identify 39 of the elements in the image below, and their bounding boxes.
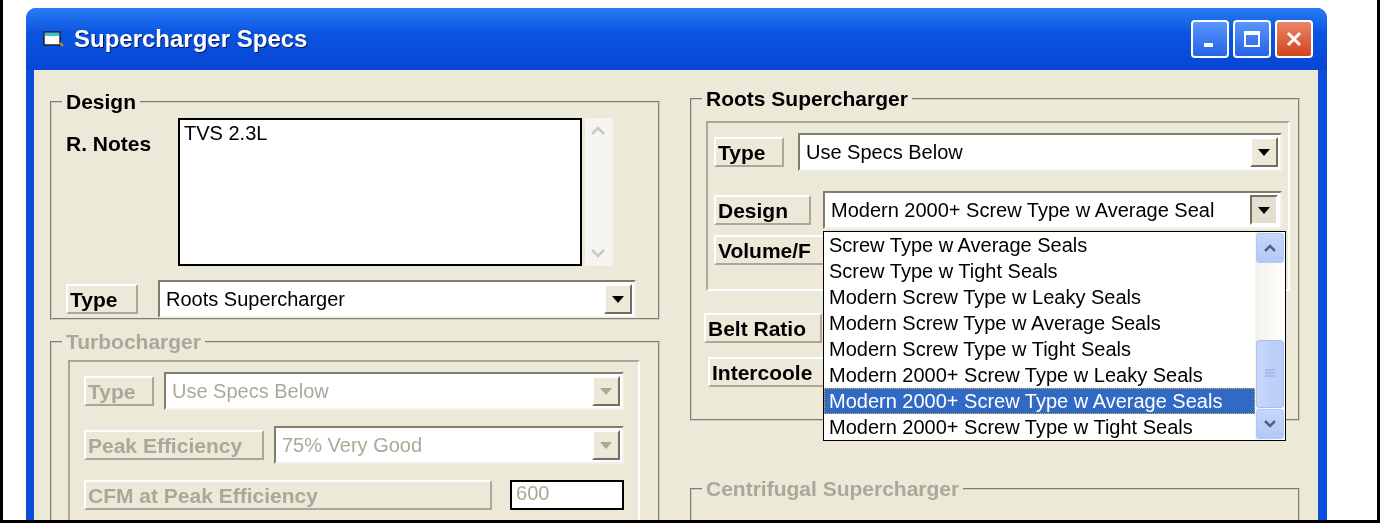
combo-box[interactable]: Use Specs Below bbox=[798, 133, 1282, 171]
scrollbar[interactable] bbox=[1255, 232, 1285, 440]
caret-icon bbox=[600, 441, 612, 449]
group-title: Design bbox=[65, 90, 137, 114]
dropdown-item[interactable]: Modern Screw Type w Average Seals bbox=[824, 310, 1255, 336]
close-button[interactable] bbox=[1275, 20, 1313, 58]
window-title: Supercharger Specs bbox=[74, 25, 308, 53]
field-label: CFM at Peak Efficiency bbox=[84, 480, 493, 510]
caret-icon bbox=[600, 387, 612, 395]
chevron-down-icon[interactable] bbox=[1263, 418, 1277, 429]
dropdown-item[interactable]: Modern 2000+ Screw Type w Tight Seals bbox=[824, 414, 1255, 440]
field-label: Type bbox=[714, 137, 784, 167]
dropdown-item[interactable]: Modern 2000+ Screw Type w Leaky Seals bbox=[824, 362, 1255, 388]
close-icon bbox=[1284, 29, 1304, 49]
dropdown-item[interactable]: Modern Screw Type w Tight Seals bbox=[824, 336, 1255, 362]
belt-ratio-label: Belt Ratio bbox=[704, 313, 822, 343]
chevron-up-icon[interactable] bbox=[1263, 243, 1277, 254]
group-title: Centrifugal Supercharger bbox=[705, 477, 961, 501]
group-title: Turbocharger bbox=[65, 330, 202, 354]
minimize-button[interactable] bbox=[1191, 20, 1229, 58]
dropdown-item[interactable]: Modern Screw Type w Leaky Seals bbox=[824, 284, 1255, 310]
minimize-icon bbox=[1203, 43, 1213, 47]
caret-icon bbox=[1258, 206, 1270, 214]
maximize-button[interactable] bbox=[1233, 20, 1271, 58]
type-label: Type bbox=[66, 284, 138, 314]
window-icon bbox=[42, 29, 64, 49]
notes-field[interactable]: TVS 2.3L bbox=[178, 118, 582, 266]
type-dropdown[interactable]: Roots Supercharger bbox=[158, 280, 636, 318]
field-label: Design bbox=[714, 195, 811, 225]
maximize-icon bbox=[1242, 29, 1262, 49]
field-label: Type bbox=[84, 376, 154, 406]
group-title: Roots Supercharger bbox=[705, 87, 909, 111]
intercooler-label: Intercoole bbox=[708, 357, 826, 387]
grip-icon[interactable] bbox=[1264, 369, 1276, 379]
notes-label: R. Notes bbox=[66, 132, 153, 157]
field-label: Peak Efficiency bbox=[84, 430, 264, 460]
caret-icon bbox=[1258, 148, 1270, 156]
dropdown-item[interactable]: Modern 2000+ Screw Type w Average Seals bbox=[824, 388, 1255, 414]
caret-icon bbox=[612, 295, 624, 303]
